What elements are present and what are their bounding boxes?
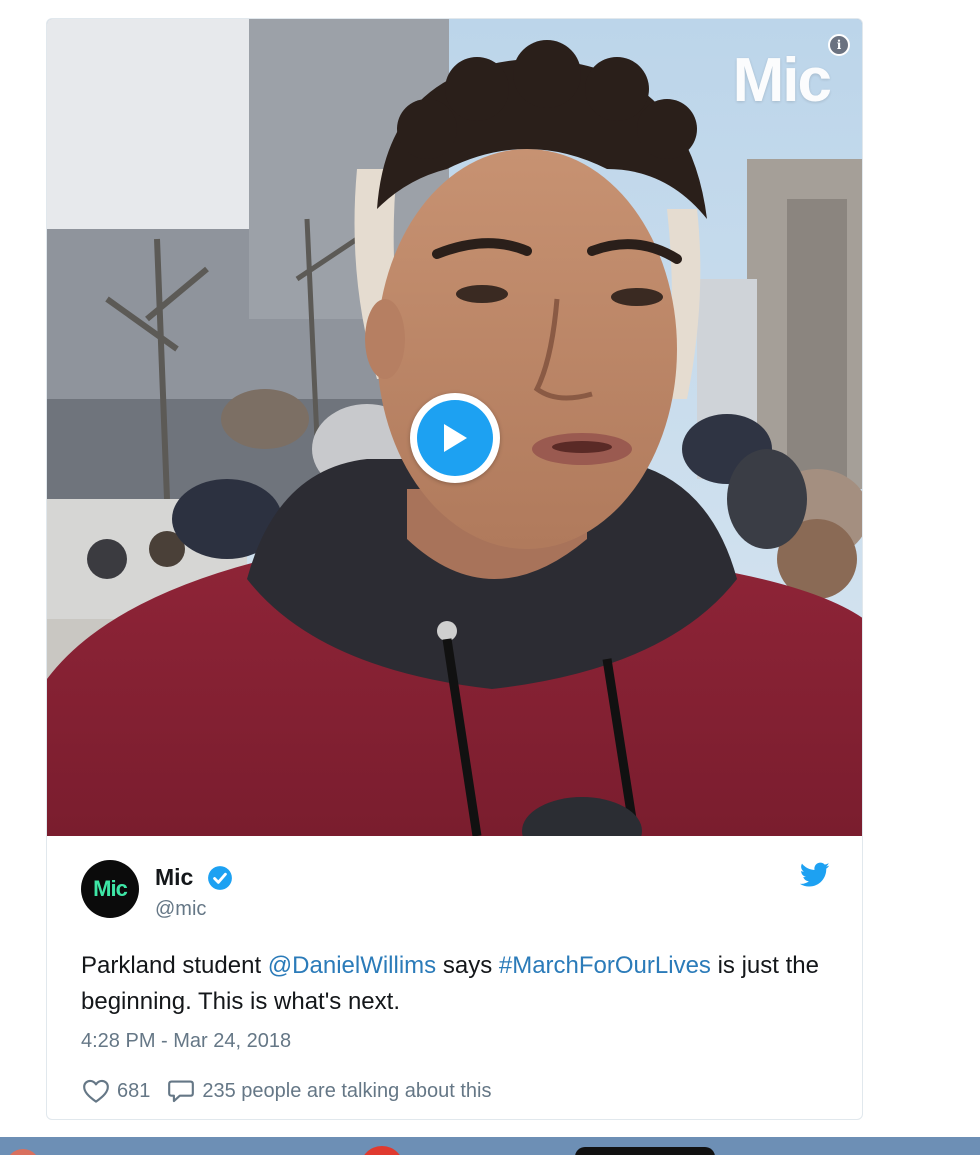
reply-button[interactable]: 235 people are talking about this xyxy=(166,1078,491,1104)
heart-icon xyxy=(83,1079,109,1103)
verified-badge-icon xyxy=(208,866,232,890)
tweet-text: Parkland student @DanielWillims says #Ma… xyxy=(81,948,821,1020)
mic-watermark-logo: Mic xyxy=(732,46,832,115)
dock-app-icon[interactable] xyxy=(360,1146,404,1155)
like-count: 681 xyxy=(117,1079,151,1102)
tweet-actions: 681 235 people are talking about this xyxy=(81,1074,491,1108)
info-icon[interactable]: i xyxy=(828,34,850,56)
play-button[interactable] xyxy=(410,393,500,483)
tweet-timestamp[interactable]: 4:28 PM - Mar 24, 2018 xyxy=(81,1030,291,1053)
user-handle[interactable]: @mic xyxy=(155,898,206,921)
twitter-bird-icon[interactable] xyxy=(800,862,830,888)
video-thumbnail[interactable]: Mic i xyxy=(47,19,862,836)
mention-link[interactable]: @DanielWillims xyxy=(268,952,436,979)
like-button[interactable]: 681 xyxy=(81,1078,150,1104)
tweet-text-part: Parkland student xyxy=(81,952,268,979)
tweet-text-part: says xyxy=(436,952,499,979)
dock-app-icon[interactable] xyxy=(575,1147,715,1155)
dock-bar xyxy=(0,1137,980,1155)
play-icon xyxy=(417,400,493,476)
hashtag-link[interactable]: #MarchForOurLives xyxy=(499,952,711,979)
embedded-tweet-card: Mic i Mic Mic @mic Parkland student @Dan… xyxy=(46,18,863,1120)
tweet-body: Mic Mic @mic Parkland student @DanielWil… xyxy=(47,836,862,1119)
avatar[interactable]: Mic xyxy=(81,860,139,918)
comment-bubble-icon xyxy=(168,1080,195,1103)
display-name[interactable]: Mic xyxy=(155,864,193,891)
dock-app-icon[interactable] xyxy=(6,1149,40,1155)
talking-count: 235 people are talking about this xyxy=(202,1079,492,1102)
